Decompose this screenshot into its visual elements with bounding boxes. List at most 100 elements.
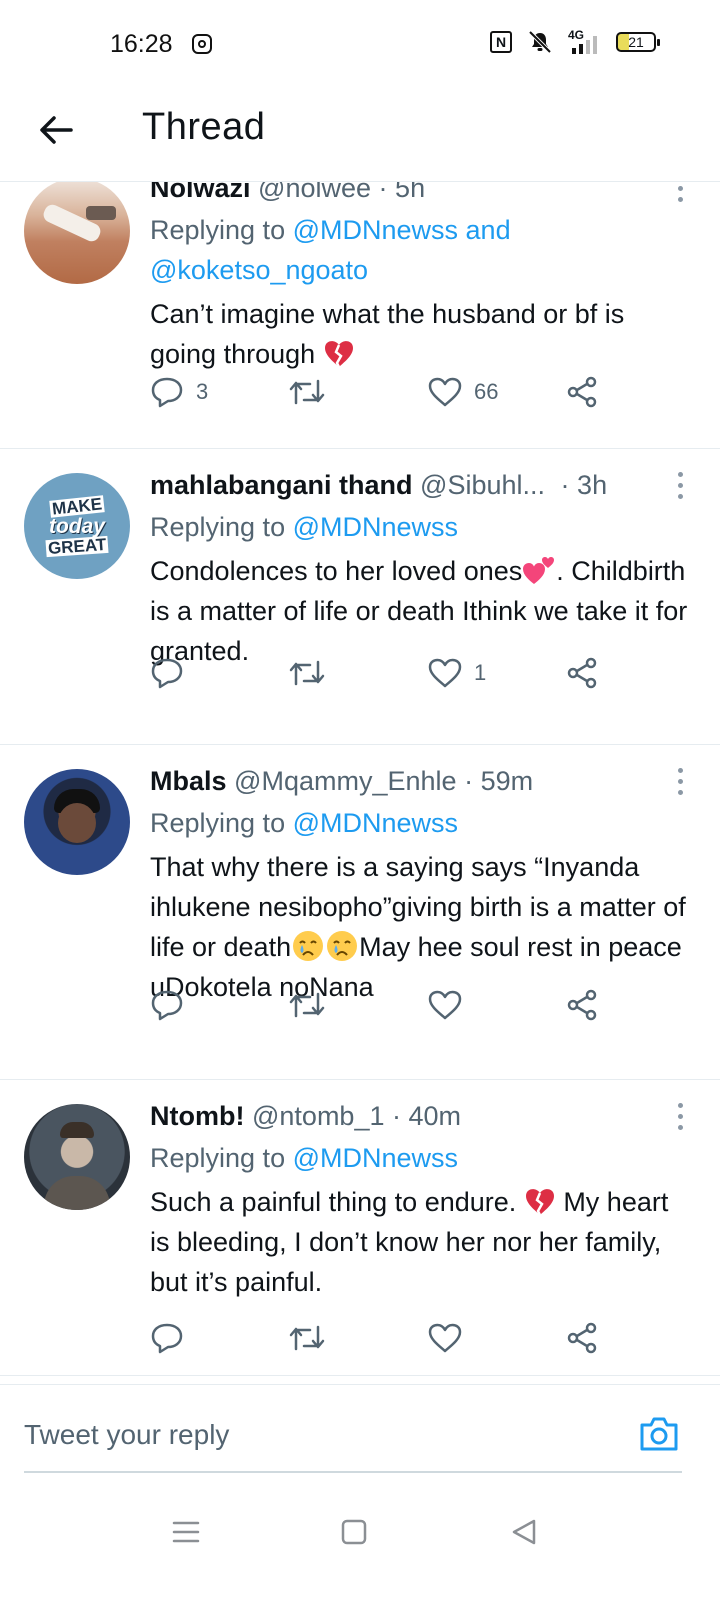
tweet-time: 5h xyxy=(395,182,426,203)
author-handle[interactable]: @Sibuhl... xyxy=(420,470,545,500)
status-bar: 16:28 N 4G 21 xyxy=(0,0,720,90)
system-back-button[interactable] xyxy=(504,1512,544,1552)
mention-link[interactable]: @MDNnewss xyxy=(293,1143,458,1173)
menu-icon xyxy=(172,1521,200,1543)
reply-count: 3 xyxy=(196,379,209,404)
page-title: Thread xyxy=(142,106,266,148)
author-name[interactable]: Ntomb! xyxy=(150,1101,244,1131)
signal-icon: 4G xyxy=(568,28,602,54)
retweet-button[interactable] xyxy=(288,372,338,412)
home-icon xyxy=(341,1519,367,1545)
tweet-meta: Nolwazi @nolwee · 5h xyxy=(150,182,690,206)
like-button[interactable]: 1 xyxy=(428,653,486,693)
more-icon[interactable] xyxy=(670,1098,690,1134)
mention-link[interactable]: @MDNnewss xyxy=(293,808,458,838)
author-name[interactable]: mahlabangani thand xyxy=(150,470,413,500)
tweet[interactable]: Ntomb! @ntomb_1 · 40m Replying to @MDNne… xyxy=(0,1080,720,1376)
reply-input[interactable] xyxy=(24,1415,624,1455)
input-underline xyxy=(24,1471,682,1473)
crying-face-icon xyxy=(293,931,324,961)
reply-composer xyxy=(0,1384,720,1484)
more-icon[interactable] xyxy=(670,467,690,503)
avatar[interactable]: MAKE today GREAT xyxy=(24,473,130,579)
replying-to: Replying to @MDNnewss xyxy=(150,1143,459,1173)
reply-icon xyxy=(151,990,183,1021)
retweet-icon xyxy=(289,992,325,1018)
thread-header: Thread xyxy=(0,90,720,182)
like-icon xyxy=(428,1323,462,1353)
more-icon[interactable] xyxy=(670,182,690,206)
share-button[interactable] xyxy=(566,372,598,412)
like-count: 66 xyxy=(474,379,499,404)
share-button[interactable] xyxy=(566,653,598,693)
like-button[interactable]: 66 xyxy=(428,372,498,412)
retweet-button[interactable] xyxy=(288,985,338,1025)
home-button[interactable] xyxy=(334,1512,374,1552)
author-name[interactable]: Mbals xyxy=(150,766,227,796)
tweet-actions: 1 xyxy=(150,653,650,693)
retweet-icon xyxy=(289,379,325,405)
recents-button[interactable] xyxy=(166,1512,206,1552)
back-triangle-icon xyxy=(512,1519,536,1545)
reply-icon xyxy=(151,1323,183,1354)
tweet-meta: mahlabangani thand @Sibuhl... · 3h xyxy=(150,467,690,503)
author-handle[interactable]: @Mqammy_Enhle xyxy=(234,766,457,796)
two-hearts-icon xyxy=(523,557,555,584)
share-button[interactable] xyxy=(566,1318,598,1358)
reply-button[interactable] xyxy=(150,653,196,693)
like-button[interactable] xyxy=(428,985,474,1025)
avatar[interactable] xyxy=(24,1104,130,1210)
nfc-icon: N xyxy=(490,31,512,53)
replying-to: Replying to @MDNnewss xyxy=(150,808,459,838)
camera-icon xyxy=(640,1417,678,1451)
retweet-icon xyxy=(289,1325,325,1351)
share-icon xyxy=(567,657,597,689)
like-icon xyxy=(428,377,462,407)
tweet-actions xyxy=(150,985,650,1025)
tweet-text: Such a painful thing to endure. My heart… xyxy=(150,1187,669,1297)
like-count: 1 xyxy=(474,660,487,685)
avatar[interactable] xyxy=(24,182,130,284)
tweet-actions xyxy=(150,1318,650,1358)
tweet[interactable]: Mbals @Mqammy_Enhle · 59m Replying to @M… xyxy=(0,745,720,1080)
tweet-text: Can’t imagine what the husband or bf is … xyxy=(150,299,625,369)
mention-link[interactable]: @MDNnewss xyxy=(293,512,458,542)
crying-face-icon xyxy=(327,931,358,961)
tweet[interactable]: MAKE today GREAT mahlabangani thand @Sib… xyxy=(0,449,720,745)
reply-button[interactable] xyxy=(150,1318,196,1358)
reply-button[interactable] xyxy=(150,985,196,1025)
share-icon xyxy=(567,989,597,1021)
camera-button[interactable] xyxy=(638,1413,680,1455)
status-time: 16:28 xyxy=(110,30,173,58)
thread-feed[interactable]: Nolwazi @nolwee · 5h Replying to @MDNnew… xyxy=(0,182,720,1382)
tweet[interactable]: Nolwazi @nolwee · 5h Replying to @MDNnew… xyxy=(0,182,720,449)
status-icons: N 4G 21 xyxy=(490,28,660,54)
back-button[interactable] xyxy=(36,110,76,150)
retweet-button[interactable] xyxy=(288,653,338,693)
share-button[interactable] xyxy=(566,985,598,1025)
tweet-time: 3h xyxy=(577,470,608,500)
like-button[interactable] xyxy=(428,1318,474,1358)
replying-to: Replying to @MDNnewss and @koketso_ngoat… xyxy=(150,215,511,285)
reply-icon xyxy=(151,377,183,408)
back-arrow-icon xyxy=(40,116,73,144)
author-handle[interactable]: @nolwee xyxy=(258,182,371,203)
like-icon xyxy=(428,658,462,688)
tweet-actions: 3 66 xyxy=(150,372,650,412)
retweet-icon xyxy=(289,660,325,686)
broken-heart-icon xyxy=(324,341,353,368)
like-icon xyxy=(428,990,462,1020)
battery-icon: 21 xyxy=(616,32,660,52)
tweet-meta: Ntomb! @ntomb_1 · 40m xyxy=(150,1098,690,1134)
mute-icon xyxy=(528,30,552,54)
author-name[interactable]: Nolwazi xyxy=(150,182,251,203)
tweet-time: 59m xyxy=(480,766,534,796)
retweet-button[interactable] xyxy=(288,1318,338,1358)
replying-to: Replying to @MDNnewss xyxy=(150,512,459,542)
reply-button[interactable]: 3 xyxy=(150,372,208,412)
broken-heart-icon xyxy=(525,1189,554,1216)
more-icon[interactable] xyxy=(670,763,690,799)
tweet-text: That why there is a saying says “Inyanda… xyxy=(150,852,686,1002)
avatar[interactable] xyxy=(24,769,130,875)
author-handle[interactable]: @ntomb_1 xyxy=(252,1101,384,1131)
